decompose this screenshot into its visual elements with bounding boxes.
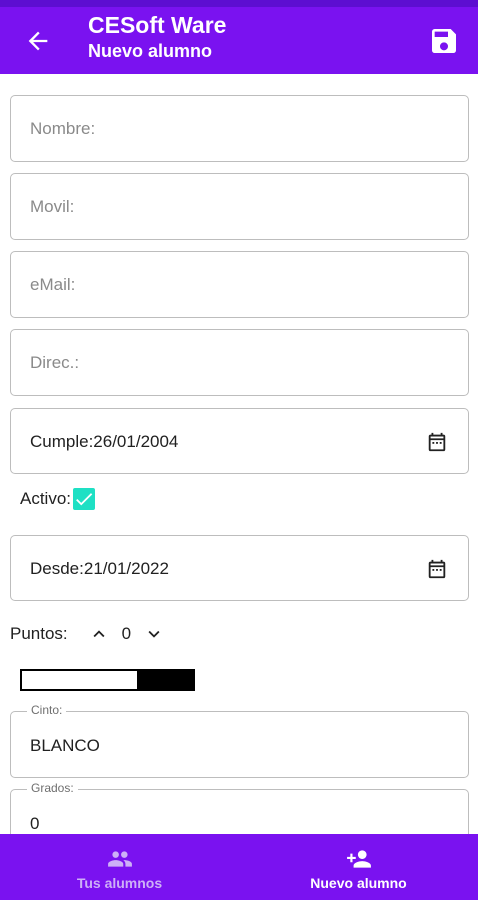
nav-tus-alumnos[interactable]: Tus alumnos [0,834,239,900]
nombre-placeholder: Nombre: [30,119,96,138]
belt-white-segment [22,671,137,689]
puntos-label: Puntos: [10,624,68,643]
save-icon[interactable] [428,25,460,57]
nav-label: Tus alumnos [76,874,163,891]
activo-checkbox[interactable] [73,488,96,510]
chevron-down-icon[interactable] [143,623,165,645]
desde-value: Desde:21/01/2022 [30,559,169,578]
bottom-navigation: Tus alumnos Nuevo alumno [0,834,478,900]
arrow-back-icon[interactable] [24,27,52,55]
nav-nuevo-alumno[interactable]: Nuevo alumno [239,834,478,900]
belt-black-segment [137,671,193,689]
movil-field[interactable]: Movil: [10,173,469,240]
form-content: Nombre: Movil: eMail: Direc.: Cumple:26/… [0,74,478,834]
puntos-value: 0 [121,624,132,643]
desde-date-field[interactable]: Desde:21/01/2022 [10,535,469,601]
belt-color-indicator [20,669,195,691]
movil-placeholder: Movil: [30,197,75,216]
calendar-icon[interactable] [426,558,448,580]
status-bar [0,0,478,7]
app-bar-titles: CESoft Ware Nuevo alumno [88,11,226,63]
cumple-value: Cumple:26/01/2004 [30,432,179,451]
calendar-icon[interactable] [426,431,448,453]
grados-value: 0 [30,814,40,833]
nombre-field[interactable]: Nombre: [10,95,469,162]
email-placeholder: eMail: [30,275,76,294]
grados-label: Grados: [27,781,78,795]
person-add-icon [346,849,371,868]
direccion-placeholder: Direc.: [30,353,80,372]
cinto-label: Cinto: [27,703,67,717]
app-subtitle: Nuevo alumno [88,41,213,61]
email-field[interactable]: eMail: [10,251,469,318]
puntos-stepper: Puntos: 0 [10,621,165,647]
chevron-up-icon[interactable] [88,623,110,645]
grados-field[interactable]: Grados: 0 [10,781,469,834]
direccion-field[interactable]: Direc.: [10,329,469,396]
activo-row: Activo: [20,486,96,512]
app-bar: CESoft Ware Nuevo alumno [0,7,478,74]
check-icon [76,493,93,506]
people-icon [107,850,132,867]
cinto-value: BLANCO [30,736,100,755]
cinto-field[interactable]: Cinto: BLANCO [10,703,469,778]
cumple-date-field[interactable]: Cumple:26/01/2004 [10,408,469,474]
activo-label: Activo: [20,489,72,508]
nav-label: Nuevo alumno [310,874,407,891]
app-title: CESoft Ware [88,12,227,38]
